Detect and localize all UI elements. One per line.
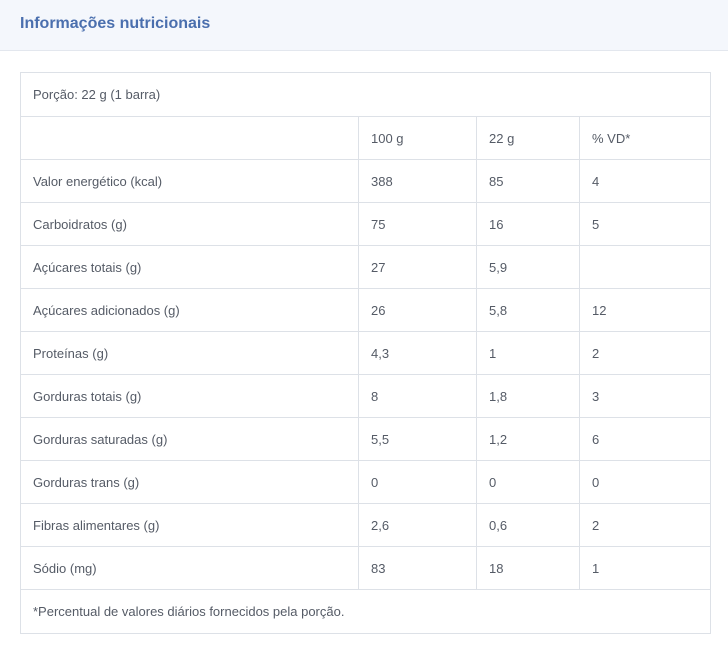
portion-cell: Porção: 22 g (1 barra) <box>20 72 711 117</box>
value-per-100g: 4,3 <box>358 331 477 375</box>
value-per-portion: 18 <box>476 546 580 590</box>
value-per-100g: 8 <box>358 374 477 418</box>
value-per-100g: 2,6 <box>358 503 477 547</box>
column-header-portion: 22 g <box>476 116 580 160</box>
nutrient-name: Sódio (mg) <box>20 546 359 590</box>
table-row: Gorduras trans (g) 0 0 0 <box>20 460 711 504</box>
value-per-portion: 16 <box>476 202 580 246</box>
table-row: Fibras alimentares (g) 2,6 0,6 2 <box>20 503 711 547</box>
portion-row: Porção: 22 g (1 barra) <box>20 72 711 117</box>
column-header-100g: 100 g <box>358 116 477 160</box>
value-per-portion: 5,9 <box>476 245 580 289</box>
table-row: Proteínas (g) 4,3 1 2 <box>20 331 711 375</box>
value-per-portion: 0,6 <box>476 503 580 547</box>
nutrient-name: Gorduras saturadas (g) <box>20 417 359 461</box>
value-per-100g: 26 <box>358 288 477 332</box>
nutrient-name: Fibras alimentares (g) <box>20 503 359 547</box>
value-vd <box>579 245 711 289</box>
value-per-100g: 27 <box>358 245 477 289</box>
table-row: Gorduras saturadas (g) 5,5 1,2 6 <box>20 417 711 461</box>
value-per-100g: 75 <box>358 202 477 246</box>
value-vd: 6 <box>579 417 711 461</box>
column-header-nutrient <box>20 116 359 160</box>
table-row: Sódio (mg) 83 18 1 <box>20 546 711 590</box>
footnote-row: *Percentual de valores diários fornecido… <box>20 589 711 634</box>
value-vd: 12 <box>579 288 711 332</box>
value-vd: 1 <box>579 546 711 590</box>
value-vd: 0 <box>579 460 711 504</box>
nutrient-name: Carboidratos (g) <box>20 202 359 246</box>
nutrient-name: Açúcares adicionados (g) <box>20 288 359 332</box>
table-row: Açúcares totais (g) 27 5,9 <box>20 245 711 289</box>
value-vd: 2 <box>579 331 711 375</box>
value-per-100g: 5,5 <box>358 417 477 461</box>
table-row: Valor energético (kcal) 388 85 4 <box>20 159 711 203</box>
value-vd: 2 <box>579 503 711 547</box>
value-per-portion: 5,8 <box>476 288 580 332</box>
value-per-100g: 83 <box>358 546 477 590</box>
section-header: Informações nutricionais <box>0 0 728 51</box>
column-header-row: 100 g 22 g % VD* <box>20 116 711 160</box>
value-per-portion: 1,8 <box>476 374 580 418</box>
nutrient-name: Valor energético (kcal) <box>20 159 359 203</box>
value-vd: 5 <box>579 202 711 246</box>
table-row: Carboidratos (g) 75 16 5 <box>20 202 711 246</box>
nutrient-name: Açúcares totais (g) <box>20 245 359 289</box>
nutrient-name: Gorduras totais (g) <box>20 374 359 418</box>
value-per-portion: 85 <box>476 159 580 203</box>
value-per-100g: 0 <box>358 460 477 504</box>
nutrition-table: Porção: 22 g (1 barra) 100 g 22 g % VD* … <box>20 72 711 634</box>
table-row: Gorduras totais (g) 8 1,8 3 <box>20 374 711 418</box>
column-header-vd: % VD* <box>579 116 711 160</box>
value-per-100g: 388 <box>358 159 477 203</box>
nutrition-table-container: Porção: 22 g (1 barra) 100 g 22 g % VD* … <box>20 72 711 634</box>
footnote-cell: *Percentual de valores diários fornecido… <box>20 589 711 634</box>
table-row: Açúcares adicionados (g) 26 5,8 12 <box>20 288 711 332</box>
value-per-portion: 0 <box>476 460 580 504</box>
nutrient-name: Proteínas (g) <box>20 331 359 375</box>
value-per-portion: 1 <box>476 331 580 375</box>
value-vd: 4 <box>579 159 711 203</box>
value-vd: 3 <box>579 374 711 418</box>
nutrient-name: Gorduras trans (g) <box>20 460 359 504</box>
value-per-portion: 1,2 <box>476 417 580 461</box>
section-title: Informações nutricionais <box>20 15 211 32</box>
